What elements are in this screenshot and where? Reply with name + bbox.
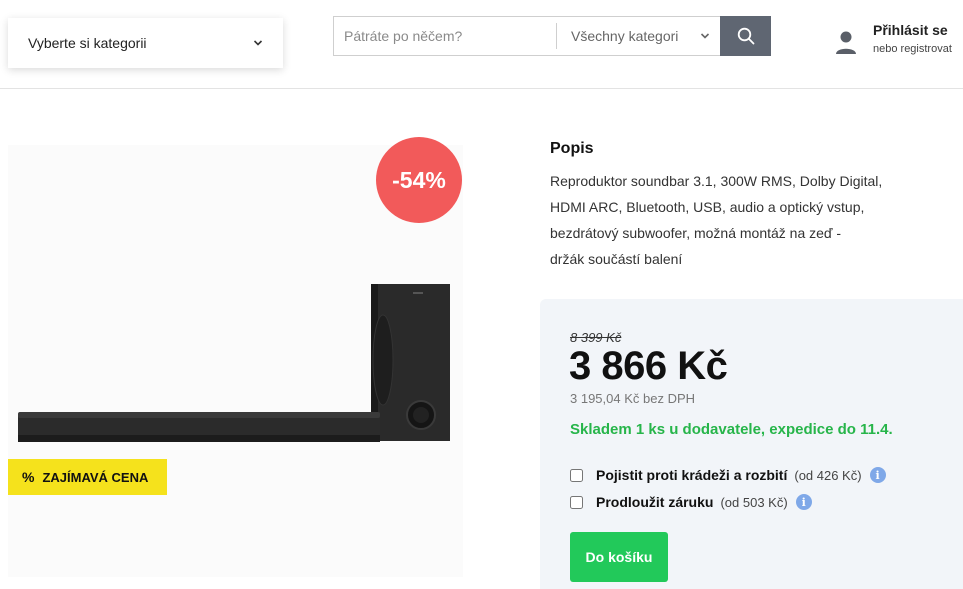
chevron-down-icon (253, 40, 263, 46)
category-select-label: Vyberte si kategorii (28, 35, 147, 51)
site-header: Vyberte si kategorii Všechny kategori Př… (0, 0, 963, 89)
search-category-select[interactable]: Všechny kategori (557, 17, 722, 55)
register-subtitle[interactable]: nebo registrovat (873, 43, 952, 55)
user-icon (836, 31, 856, 54)
insurance-checkbox[interactable] (570, 468, 583, 482)
description-line: Reproduktor soundbar 3.1, 300W RMS, Dolb… (550, 173, 883, 189)
stock-status: Skladem 1 ks u dodavatele, expedice do 1… (570, 421, 893, 438)
warranty-price: (od 503 Kč) (720, 494, 788, 510)
search-icon (737, 27, 754, 45)
promo-badge-label: ZAJÍMAVÁ CENA (42, 469, 149, 485)
description-text: Reproduktor soundbar 3.1, 300W RMS, Dolb… (550, 168, 900, 272)
description-title: Popis (550, 140, 594, 157)
description-line: bezdrátový subwoofer, možná montáž na ze… (550, 225, 842, 241)
search-button[interactable] (720, 16, 771, 56)
search-bar: Všechny kategori (333, 16, 771, 56)
login-title: Přihlásit se (873, 22, 948, 38)
add-to-cart-button[interactable]: Do košíku (570, 532, 668, 582)
info-icon[interactable]: i (869, 467, 886, 483)
login-link[interactable]: Přihlásit se nebo registrovat (834, 22, 952, 60)
insurance-label: Pojistit proti krádeži a rozbití (596, 467, 788, 483)
description-line: držák součástí balení (550, 251, 683, 267)
percent-icon: % (22, 469, 35, 485)
discount-badge: -54% (376, 137, 462, 223)
promo-badge: % ZAJÍMAVÁ CENA (8, 459, 167, 495)
search-category-label: Všechny kategori (571, 28, 679, 44)
warranty-checkbox[interactable] (570, 495, 583, 509)
chevron-down-icon (700, 33, 710, 39)
info-icon[interactable]: i (795, 494, 812, 510)
insurance-option[interactable]: Pojistit proti krádeži a rozbití (od 426… (570, 467, 886, 483)
category-select[interactable]: Vyberte si kategorii (8, 18, 283, 68)
warranty-label: Prodloužit záruku (596, 494, 714, 510)
old-price: 8 399 Kč (570, 330, 622, 345)
current-price: 3 866 Kč (569, 344, 728, 388)
description-line: HDMI ARC, Bluetooth, USB, audio a optick… (550, 199, 865, 215)
search-input[interactable] (334, 17, 556, 55)
price-without-vat: 3 195,04 Kč bez DPH (570, 391, 696, 406)
warranty-option[interactable]: Prodloužit záruku (od 503 Kč) i (570, 494, 812, 510)
insurance-price: (od 426 Kč) (794, 467, 862, 483)
